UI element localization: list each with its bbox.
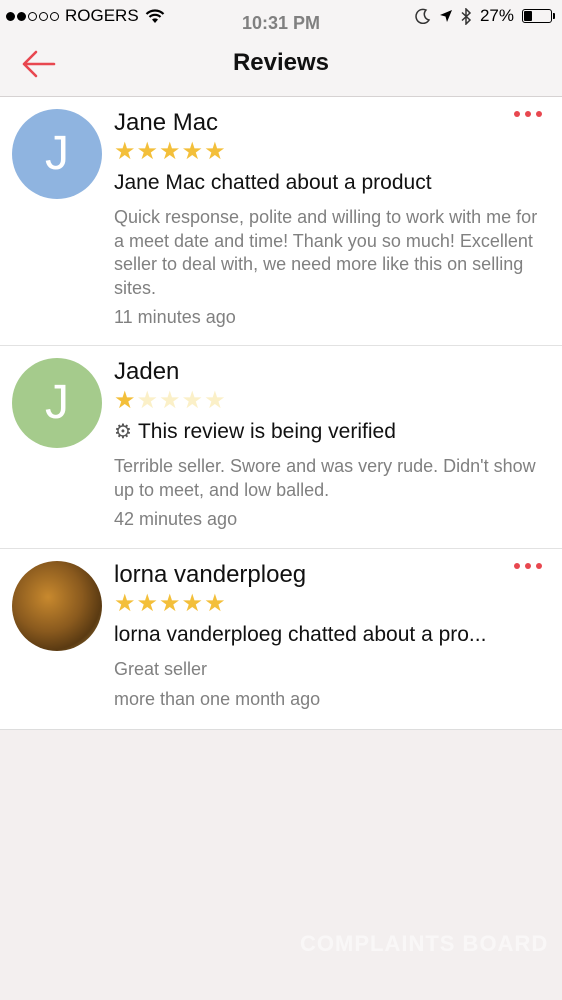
battery-percent: 27% [479, 6, 514, 25]
review-body: lorna vanderploeg ★ ★ ★ ★ ★ lorna vanderploe… [114, 561, 544, 711]
location-arrow-icon [439, 10, 452, 22]
review-text: Great seller [114, 659, 208, 679]
star-filled-icon: ★ [181, 138, 204, 165]
review-list: J Jane Mac ★ ★ ★ ★ ★ Jane Mac chatted about … [0, 97, 562, 730]
review-text: Quick response, polite and willing to wo… [114, 207, 538, 298]
avatar[interactable]: J [12, 109, 102, 199]
bluetooth-icon [461, 7, 472, 25]
star-empty-icon: ★ [204, 387, 226, 414]
avatar[interactable] [12, 561, 102, 651]
review-headline: ⚙ This review is being verified [114, 418, 544, 446]
star-filled-icon: ★ [204, 138, 226, 165]
nav-bar: Reviews [0, 32, 562, 97]
star-rating: ★ ★ ★ ★ ★ [114, 140, 544, 164]
review-headline-text: Jane Mac chatted about a product [114, 171, 432, 194]
status-right: 27% [415, 6, 555, 26]
star-filled-icon: ★ [181, 590, 204, 617]
gear-icon: ⚙ [114, 421, 132, 443]
star-filled-icon: ★ [114, 138, 136, 165]
avatar[interactable]: J [12, 358, 102, 448]
star-filled-icon: ★ [159, 590, 181, 617]
review-headline-text: This review is being verified [137, 420, 396, 443]
review-text: Terrible seller. Swore and was very rude… [114, 456, 536, 500]
review-time: 11 minutes ago [114, 307, 236, 327]
review-headline: Jane Mac chatted about a product [114, 169, 544, 197]
review-item[interactable]: J Jaden ★ ★ ★ ★ ★ ⚙ This review is being ver… [0, 346, 562, 549]
review-time: 42 minutes ago [114, 509, 238, 529]
more-options-button[interactable] [514, 111, 542, 117]
more-options-button[interactable] [514, 563, 542, 569]
star-filled-icon: ★ [159, 138, 181, 165]
review-body: Jane Mac ★ ★ ★ ★ ★ Jane Mac chatted about a … [114, 109, 544, 329]
review-headline: lorna vanderploeg chatted about a pro... [114, 621, 544, 649]
star-empty-icon: ★ [181, 387, 204, 414]
star-filled-icon: ★ [136, 590, 159, 617]
review-item[interactable]: J Jane Mac ★ ★ ★ ★ ★ Jane Mac chatted about … [0, 97, 562, 346]
reviewer-name[interactable]: lorna vanderploeg [114, 561, 544, 589]
review-headline-text: lorna vanderploeg chatted about a pro... [114, 623, 487, 646]
review-body: Jaden ★ ★ ★ ★ ★ ⚙ This review is being verif… [114, 358, 544, 531]
reviewer-name[interactable]: Jane Mac [114, 109, 544, 137]
star-rating: ★ ★ ★ ★ ★ [114, 389, 544, 413]
star-empty-icon: ★ [159, 387, 181, 414]
reviewer-name[interactable]: Jaden [114, 358, 544, 386]
star-filled-icon: ★ [204, 590, 226, 617]
status-bar: ROGERS 10:31 PM 27% [0, 0, 562, 33]
star-filled-icon: ★ [114, 387, 136, 414]
battery-icon [522, 9, 555, 23]
review-item[interactable]: lorna vanderploeg ★ ★ ★ ★ ★ lorna vanderploe… [0, 549, 562, 729]
star-filled-icon: ★ [114, 590, 136, 617]
star-rating: ★ ★ ★ ★ ★ [114, 592, 544, 616]
watermark: COMPLAINTS BOARD [300, 931, 549, 956]
moon-icon [415, 8, 431, 24]
star-filled-icon: ★ [136, 138, 159, 165]
review-time: more than one month ago [114, 688, 321, 709]
star-empty-icon: ★ [136, 387, 159, 414]
page-title: Reviews [232, 49, 330, 76]
